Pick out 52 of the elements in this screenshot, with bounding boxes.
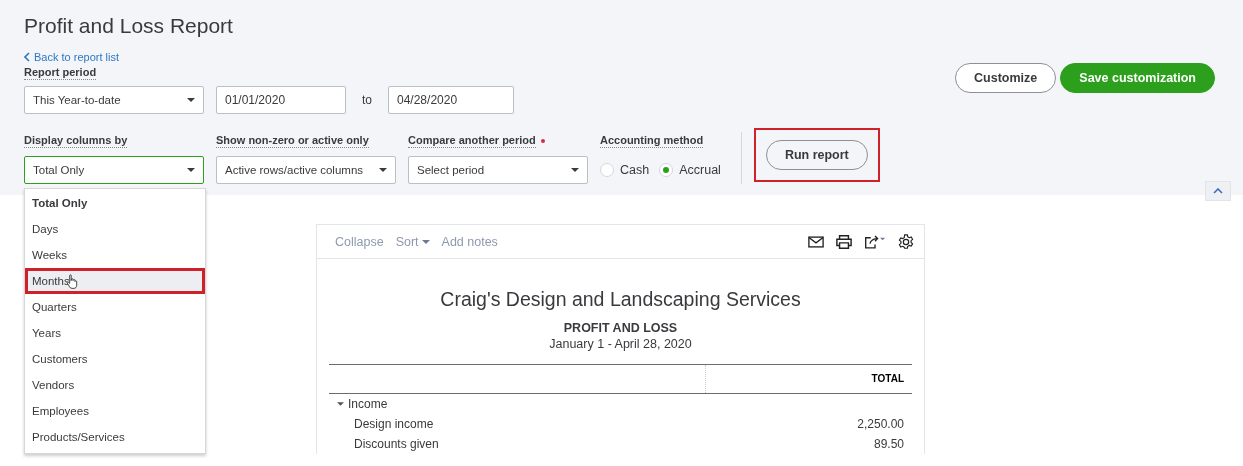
to-label: to bbox=[362, 93, 372, 107]
menu-item[interactable]: Total Only bbox=[25, 190, 205, 216]
menu-item[interactable]: Quarters bbox=[25, 294, 205, 320]
mail-icon[interactable] bbox=[808, 233, 824, 250]
account-name: Design income bbox=[353, 416, 434, 433]
menu-item[interactable]: Years bbox=[25, 320, 205, 346]
caret-down-icon bbox=[187, 168, 195, 172]
radio-label: Accrual bbox=[679, 163, 721, 177]
run-report-button[interactable]: Run report bbox=[765, 140, 868, 170]
report-period-label: Report period bbox=[24, 66, 97, 80]
filter-label: Display columns by bbox=[24, 134, 128, 148]
radio-label: Cash bbox=[620, 163, 650, 177]
report-period: January 1 - April 28, 2020 bbox=[548, 336, 693, 352]
customize-button[interactable]: Customize bbox=[955, 63, 1057, 93]
menu-item[interactable]: Products/Services bbox=[25, 424, 205, 450]
caret-down-icon bbox=[187, 98, 195, 102]
filter-select[interactable]: Active rows/active columns bbox=[216, 156, 396, 184]
amount: 89.50 bbox=[873, 436, 904, 453]
radio-button[interactable] bbox=[600, 163, 614, 177]
caret-down-icon[interactable] bbox=[337, 402, 344, 406]
radio-button[interactable] bbox=[659, 163, 674, 177]
account-name: Discounts given bbox=[353, 436, 439, 453]
chevron-up-icon bbox=[1213, 188, 1223, 194]
chevron-left-icon bbox=[24, 52, 30, 62]
print-icon[interactable] bbox=[836, 233, 852, 250]
settings-icon[interactable] bbox=[898, 233, 914, 250]
caret-down-icon bbox=[421, 239, 430, 244]
report-title: PROFIT AND LOSS bbox=[562, 321, 679, 336]
menu-item[interactable]: Vendors bbox=[25, 372, 205, 398]
accounting-method-label: Accounting method bbox=[600, 134, 704, 148]
column-header: TOTAL bbox=[870, 372, 905, 386]
menu-item[interactable]: Employees bbox=[25, 398, 205, 424]
page-title: Profit and Loss Report bbox=[24, 13, 234, 39]
company-name: Craig's Design and Landscaping Services bbox=[439, 287, 802, 311]
filter-select[interactable]: Total Only bbox=[24, 156, 204, 184]
menu-item[interactable]: Weeks bbox=[25, 242, 205, 268]
required-dot bbox=[540, 139, 545, 143]
amount: 2,250.00 bbox=[857, 416, 904, 433]
report-period-select[interactable]: This Year-to-date bbox=[24, 86, 204, 114]
back-link[interactable]: Back to report list bbox=[24, 50, 119, 64]
start-date-field[interactable]: 01/01/2020 bbox=[216, 86, 346, 114]
section-label: Income bbox=[348, 396, 388, 413]
caret-down-icon bbox=[379, 168, 387, 172]
caret-down-icon bbox=[571, 168, 579, 172]
filter-select[interactable]: Select period bbox=[408, 156, 588, 184]
export-icon[interactable] bbox=[864, 233, 886, 250]
filter-label: Show non-zero or active only bbox=[216, 134, 369, 148]
menu-item[interactable]: Days bbox=[25, 216, 205, 242]
filter-label: Compare another period bbox=[408, 134, 536, 148]
menu-item[interactable]: Customers bbox=[25, 346, 205, 372]
menu-item[interactable]: Months bbox=[25, 268, 205, 294]
end-date-field[interactable]: 04/28/2020 bbox=[388, 86, 514, 114]
